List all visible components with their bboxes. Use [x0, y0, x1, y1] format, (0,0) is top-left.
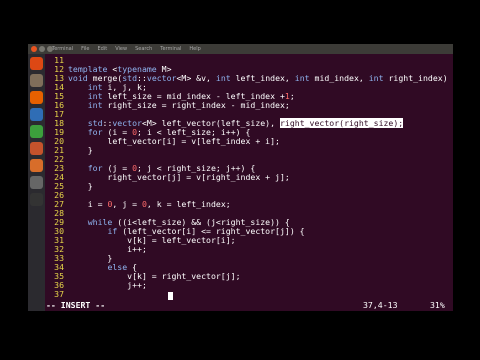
calc-icon[interactable]	[30, 125, 43, 138]
minimize-icon[interactable]	[39, 46, 45, 52]
code-text: left_vector[i] = v[left_index + i];	[68, 136, 280, 146]
software-icon[interactable]	[30, 159, 43, 172]
menu-item[interactable]: Help	[189, 45, 200, 53]
menu-item[interactable]: View	[115, 45, 127, 53]
terminal-icon[interactable]	[30, 193, 43, 206]
mode-indicator: -- INSERT --	[46, 300, 106, 310]
window-top-bar: Terminal File Edit View Search Terminal Help	[28, 44, 453, 54]
menu-item[interactable]: Terminal	[52, 45, 73, 53]
files-icon[interactable]	[30, 74, 43, 87]
menu-item[interactable]: Terminal	[160, 45, 181, 53]
close-icon[interactable]	[31, 46, 37, 52]
vim-editor[interactable]: 11 12 template <typename M> 13 void merge(st…	[46, 54, 453, 311]
code-line: 16 int right_size = right_index - mid_in…	[46, 100, 290, 110]
menu-item[interactable]: Edit	[98, 45, 108, 53]
launcher	[28, 54, 45, 311]
code-text: right_vector[j] = v[right_index + j];	[68, 172, 290, 182]
scroll-percent: 31%	[430, 300, 445, 310]
menu-bar: Terminal File Edit View Search Terminal Help	[52, 45, 201, 53]
code-text: }	[68, 181, 93, 191]
ubuntu-icon[interactable]	[30, 57, 43, 70]
code-text: int right_size = right_index - mid_index…	[87, 100, 290, 110]
code-line: 37	[46, 289, 68, 299]
code-line: 27 i = 0, j = 0, k = left_index;	[46, 199, 231, 209]
line-number: 37	[54, 289, 64, 299]
firefox-icon[interactable]	[30, 91, 43, 104]
code-text: }	[68, 145, 93, 155]
cursor-position: 37,4-13	[363, 300, 398, 310]
code-text: j++;	[68, 280, 147, 290]
selected-text: right_vector(right_size);	[279, 118, 404, 128]
menu-item[interactable]: File	[81, 45, 89, 53]
writer-icon[interactable]	[30, 108, 43, 121]
status-line: -- INSERT -- 37,4-13 31%	[46, 300, 453, 310]
impress-icon[interactable]	[30, 142, 43, 155]
text-cursor	[168, 292, 173, 300]
screen: Terminal File Edit View Search Terminal Help 1…	[28, 44, 453, 311]
settings-icon[interactable]	[30, 176, 43, 189]
menu-item[interactable]: Search	[135, 45, 152, 53]
code-text: i = 0, j = 0, k = left_index;	[68, 199, 231, 209]
